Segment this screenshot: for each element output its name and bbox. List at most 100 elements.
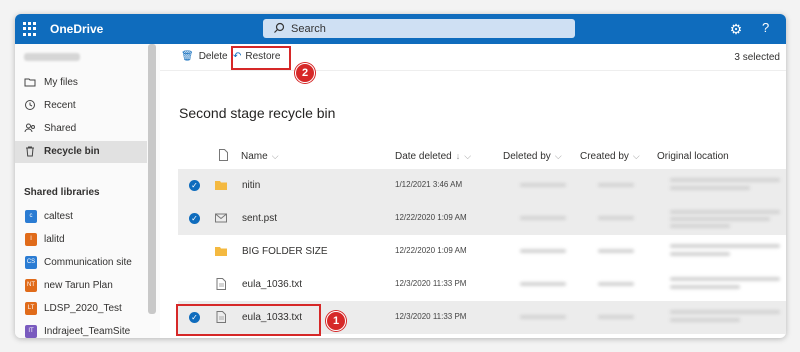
chevron-down-icon: ⌵ (464, 151, 472, 161)
date-deleted: 12/22/2020 1:09 AM (395, 213, 467, 222)
library-item-communication-site[interactable]: CS Communication site (15, 252, 147, 274)
date-deleted: 12/3/2020 11:33 PM (395, 279, 467, 288)
folder-icon (24, 76, 36, 88)
trash-icon: 🗑 (181, 51, 194, 62)
step-badge-2: 2 (295, 63, 315, 83)
library-item-new-tarun-plan[interactable]: NT new Tarun Plan (15, 275, 147, 297)
library-label: lalitd (44, 234, 65, 245)
top-bar: OneDrive Search ⚙ ? (15, 14, 786, 44)
delete-label: Delete (198, 51, 228, 62)
column-label: Date deleted (395, 151, 452, 162)
location-blurred (670, 210, 780, 214)
mail-icon (215, 213, 227, 223)
sidebar-item-label: My files (44, 77, 78, 88)
search-box[interactable]: Search (263, 19, 575, 38)
created-by-blurred (598, 282, 634, 286)
date-deleted: 1/12/2021 3:46 AM (395, 180, 463, 189)
column-label: Deleted by (503, 151, 551, 162)
library-avatar: c (25, 210, 37, 223)
help-icon[interactable]: ? (762, 20, 769, 35)
library-item-ldsp-2020-test[interactable]: LT LDSP_2020_Test (15, 298, 147, 320)
created-by-blurred (598, 216, 634, 220)
app-launcher-icon[interactable] (23, 22, 37, 36)
library-item-lalitd[interactable]: l lalitd (15, 229, 147, 251)
deleted-by-blurred (520, 315, 566, 319)
created-by-blurred (598, 183, 634, 187)
gear-icon[interactable]: ⚙ (728, 21, 744, 37)
row-highlight-box (176, 304, 321, 336)
text-file-icon (216, 278, 226, 290)
people-icon (24, 122, 36, 134)
deleted-by-blurred (520, 183, 566, 187)
column-label: Name (241, 151, 268, 162)
created-by-blurred (598, 315, 634, 319)
sidebar-scrollbar[interactable] (148, 44, 156, 314)
table-row[interactable]: ✓ nitin 1/12/2021 3:46 AM (178, 169, 786, 202)
file-name[interactable]: eula_1036.txt (242, 279, 302, 290)
search-icon (274, 22, 285, 33)
column-header-original-location[interactable]: Original location (657, 151, 729, 162)
restore-highlight-box (231, 46, 291, 70)
library-avatar: l (25, 233, 37, 246)
sidebar-item-label: Recycle bin (44, 146, 100, 157)
app-name[interactable]: OneDrive (50, 22, 103, 36)
file-type-header-icon[interactable] (219, 149, 228, 161)
file-name[interactable]: BIG FOLDER SIZE (242, 246, 328, 257)
row-checkbox[interactable]: ✓ (189, 213, 200, 224)
sort-arrow-icon: ↓ (455, 151, 461, 161)
location-blurred (670, 217, 770, 221)
table-row[interactable]: ✓ sent.pst 12/22/2020 1:09 AM (178, 202, 786, 235)
sidebar-item-recycle-bin[interactable]: Recycle bin (15, 141, 147, 163)
date-deleted: 12/22/2020 1:09 AM (395, 246, 467, 255)
date-deleted: 12/3/2020 11:33 PM (395, 312, 467, 321)
library-item-caltest[interactable]: c caltest (15, 206, 147, 228)
location-blurred (670, 310, 780, 314)
column-label: Created by (580, 151, 629, 162)
chevron-down-icon: ⌵ (271, 151, 279, 161)
page-title: Second stage recycle bin (179, 105, 336, 121)
sidebar-item-recent[interactable]: Recent (15, 95, 147, 117)
location-blurred (670, 244, 780, 248)
chevron-down-icon: ⌵ (632, 151, 640, 161)
shared-libraries-header: Shared libraries (24, 187, 100, 198)
chevron-down-icon: ⌵ (554, 151, 562, 161)
column-header-name[interactable]: Name ⌵ (241, 151, 279, 162)
location-blurred (670, 318, 740, 322)
table-row[interactable]: BIG FOLDER SIZE 12/22/2020 1:09 AM (178, 235, 786, 268)
column-header-created-by[interactable]: Created by ⌵ (580, 151, 640, 162)
column-header-deleted-by[interactable]: Deleted by ⌵ (503, 151, 562, 162)
library-avatar: CS (25, 256, 37, 269)
library-label: Communication site (44, 257, 132, 268)
sidebar-item-label: Recent (44, 100, 76, 111)
library-avatar: IT (25, 325, 37, 338)
library-avatar: LT (25, 302, 37, 315)
library-label: new Tarun Plan (44, 280, 113, 291)
recycle-bin-icon (24, 145, 36, 157)
location-blurred (670, 285, 740, 289)
file-name[interactable]: nitin (242, 180, 260, 191)
library-label: LDSP_2020_Test (44, 303, 122, 314)
deleted-by-blurred (520, 216, 566, 220)
library-avatar: NT (25, 279, 37, 292)
search-placeholder: Search (291, 23, 326, 35)
folder-icon (215, 181, 227, 190)
library-label: Indrajeet_TeamSite (44, 326, 131, 337)
library-item-indrajeet-teamsite[interactable]: IT Indrajeet_TeamSite (15, 321, 147, 338)
sidebar-item-shared[interactable]: Shared (15, 118, 147, 140)
sidebar-item-my-files[interactable]: My files (15, 72, 147, 94)
column-header-date-deleted[interactable]: Date deleted ↓ ⌵ (395, 151, 471, 162)
row-checkbox[interactable]: ✓ (189, 180, 200, 191)
folder-icon (215, 247, 227, 256)
onedrive-window: OneDrive Search ⚙ ? My files Recent Shar… (15, 14, 786, 338)
delete-button[interactable]: 🗑 Delete (181, 51, 228, 62)
step-badge-1: 1 (326, 311, 346, 331)
file-name[interactable]: sent.pst (242, 213, 277, 224)
location-blurred (670, 224, 730, 228)
table-row[interactable]: eula_1036.txt 12/3/2020 11:33 PM (178, 268, 786, 301)
column-label: Original location (657, 151, 729, 162)
location-blurred (670, 186, 750, 190)
command-bar: 🗑 Delete ↶ Restore 3 selected (160, 44, 786, 71)
created-by-blurred (598, 249, 634, 253)
user-name-blurred (24, 53, 80, 61)
selected-count: 3 selected (734, 52, 780, 63)
